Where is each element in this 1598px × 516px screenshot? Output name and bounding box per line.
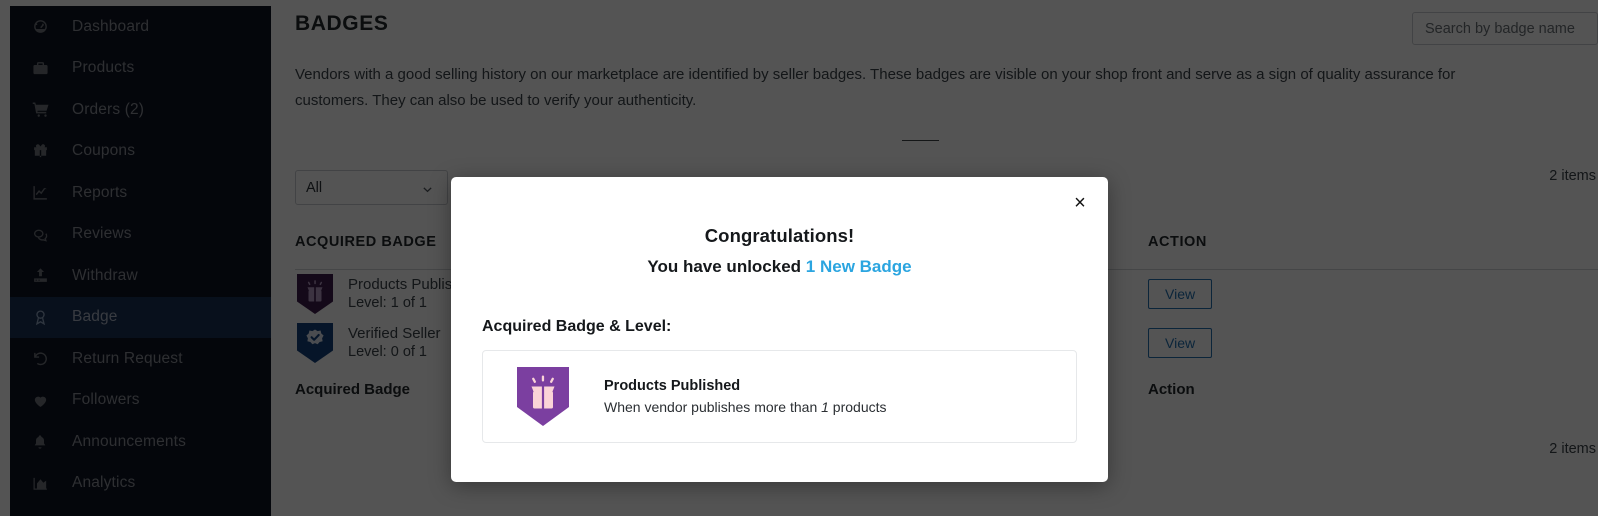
congratulations-modal: × Congratulations! You have unlocked 1 N… — [451, 177, 1108, 482]
modal-sub-prefix: You have unlocked — [647, 257, 806, 276]
badge-card-text: Products Published When vendor publishes… — [604, 376, 887, 418]
modal-heading: Congratulations! — [704, 225, 855, 246]
badge-card-description: When vendor publishes more than 1 produc… — [604, 399, 887, 415]
modal-subheading: You have unlocked 1 New Badge — [451, 257, 1108, 277]
acquired-badge-card: Products Published When vendor publishes… — [482, 350, 1077, 443]
badges-page: Dashboard Products Orders (2) Coupons Re — [0, 0, 1598, 516]
close-icon[interactable]: × — [1068, 191, 1092, 215]
desc-number: 1 — [821, 398, 829, 415]
desc-prefix: When vendor publishes more than — [604, 398, 822, 415]
acquired-badge-label: Acquired Badge & Level: — [482, 318, 672, 335]
products-published-badge-icon — [514, 364, 572, 430]
desc-suffix: products — [828, 398, 887, 415]
new-badge-count-link[interactable]: 1 New Badge — [806, 257, 912, 276]
badge-card-title: Products Published — [604, 377, 741, 394]
